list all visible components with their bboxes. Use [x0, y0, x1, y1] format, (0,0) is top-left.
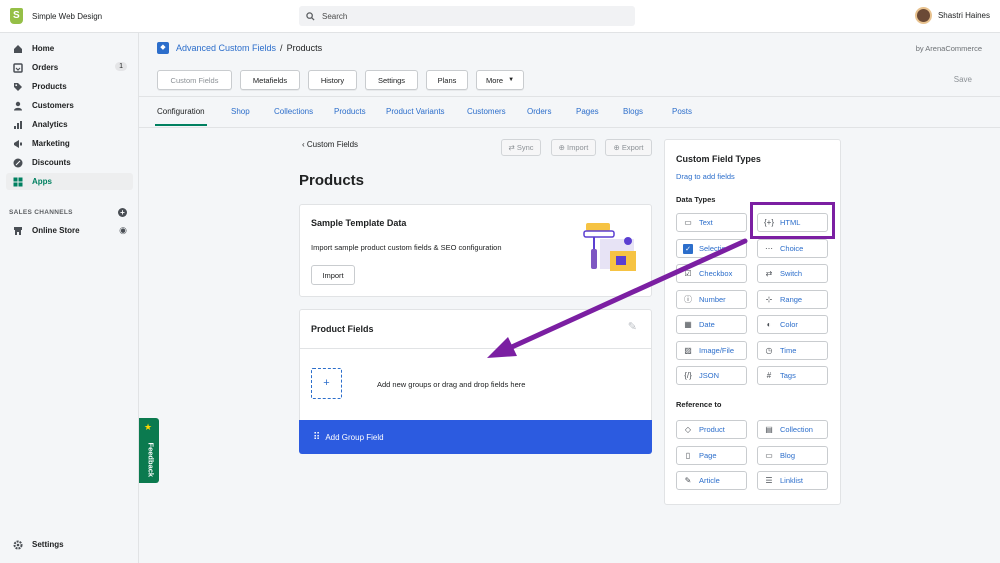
- drag-arrow-icon: [487, 238, 748, 358]
